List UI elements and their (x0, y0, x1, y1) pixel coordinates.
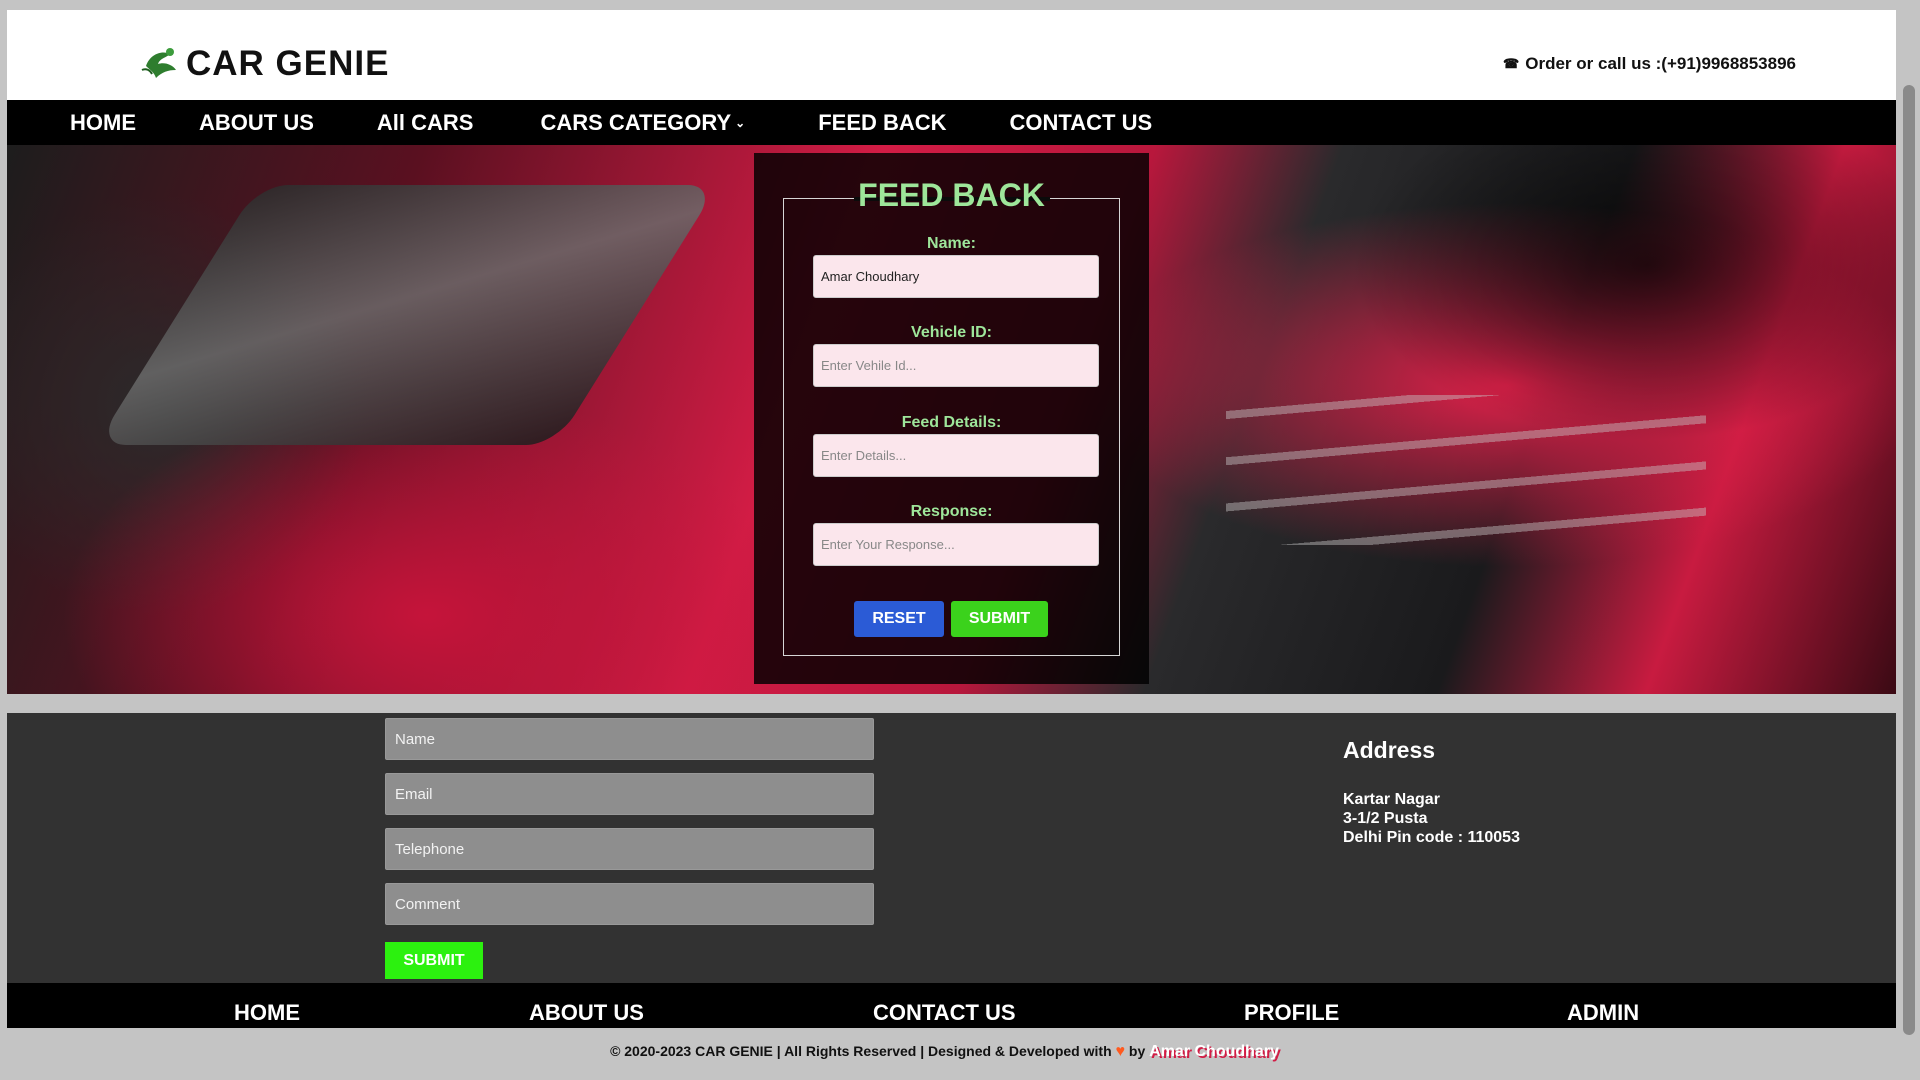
nav-contact-label: CONTACT US (1009, 109, 1153, 135)
address-title: Address (1343, 737, 1436, 763)
heart-icon: ♥ (1115, 1043, 1126, 1060)
copyright-text: © 2020-2023 CAR GENIE | All Rights Reser… (610, 1043, 1112, 1059)
bottom-nav-home[interactable]: HOME (234, 1000, 300, 1026)
vertical-scrollbar[interactable] (1897, 0, 1920, 1080)
car-window-graphic (95, 185, 719, 445)
address-line-3: Delhi Pin code : 110053 (1343, 829, 1520, 846)
footer-submit-button[interactable]: SUBMIT (385, 942, 483, 979)
nav-cars-category-label: CARS CATEGORY (540, 109, 732, 135)
response-label: Response: (910, 503, 993, 520)
feedback-title: FEED BACK (858, 177, 1045, 213)
nav-feed-back-label: FEED BACK (818, 109, 947, 135)
vehicle-id-label: Vehicle ID: (911, 324, 992, 341)
nav-about-label: ABOUT US (199, 109, 314, 135)
genie-logo-icon (140, 44, 184, 84)
contact-info: ☎ Order or call us :(+91)9968853896 (1503, 54, 1796, 74)
address-line-2: 3-1/2 Pusta (1343, 810, 1428, 827)
logo[interactable]: CAR GENIE (140, 44, 389, 84)
author-link[interactable]: Amar Choudhary (1149, 1043, 1279, 1060)
feedback-panel: FEED BACK Name: Vehicle ID: Feed Details… (754, 153, 1149, 684)
nav-cars-category[interactable]: CARS CATEGORY ⌄ (540, 110, 745, 136)
nav-contact-us[interactable]: CONTACT US (1010, 110, 1153, 136)
vehicle-id-field[interactable] (813, 344, 1099, 387)
nav-home-label: HOME (70, 109, 136, 135)
address-line-1: Kartar Nagar (1343, 791, 1440, 808)
section-divider (7, 694, 1896, 713)
reset-button[interactable]: RESET (854, 601, 944, 637)
site-header: CAR GENIE ☎ Order or call us :(+91)99688… (7, 10, 1896, 100)
feedback-submit-button[interactable]: SUBMIT (951, 601, 1048, 637)
name-field[interactable] (813, 255, 1099, 298)
car-vent-graphic (1226, 395, 1706, 545)
copyright-bar: © 2020-2023 CAR GENIE | All Rights Reser… (0, 1043, 1889, 1061)
bottom-nav-profile[interactable]: PROFILE (1244, 1000, 1339, 1026)
footer-telephone-field[interactable] (385, 828, 874, 870)
bottom-nav-contact-us[interactable]: CONTACT US (873, 1000, 1016, 1026)
copyright-by: by (1128, 1043, 1146, 1059)
chevron-down-icon: ⌄ (735, 115, 746, 130)
response-field[interactable] (813, 523, 1099, 566)
feed-details-field[interactable] (813, 434, 1099, 477)
feedback-form: FEED BACK Name: Vehicle ID: Feed Details… (783, 177, 1120, 656)
footer-email-field[interactable] (385, 773, 874, 815)
bottom-nav: HOME ABOUT US CONTACT US PROFILE ADMIN (7, 983, 1896, 1028)
hero-banner: FEED BACK Name: Vehicle ID: Feed Details… (7, 145, 1896, 694)
brand-name: CAR GENIE (186, 44, 390, 83)
nav-feed-back[interactable]: FEED BACK (818, 110, 946, 136)
page: CAR GENIE ☎ Order or call us :(+91)99688… (7, 10, 1896, 1028)
footer-comment-field[interactable] (385, 883, 874, 925)
scrollbar-thumb[interactable] (1903, 85, 1915, 1035)
nav-all-cars-label: All CARS (376, 109, 474, 135)
nav-all-cars[interactable]: All CARS (377, 110, 474, 136)
name-label: Name: (927, 235, 976, 252)
contact-text: Order or call us :(+91)9968853896 (1525, 54, 1796, 73)
feed-details-label: Feed Details: (901, 414, 1002, 431)
main-nav: HOME ABOUT US All CARS CARS CATEGORY ⌄ FE… (7, 100, 1896, 145)
bottom-nav-about-us[interactable]: ABOUT US (529, 1000, 644, 1026)
nav-home[interactable]: HOME (70, 110, 136, 136)
footer-section: SUBMIT Address Kartar Nagar 3-1/2 Pusta … (7, 713, 1896, 983)
bottom-nav-admin[interactable]: ADMIN (1567, 1000, 1639, 1026)
nav-about-us[interactable]: ABOUT US (199, 110, 314, 136)
telephone-icon: ☎ (1503, 56, 1520, 71)
footer-name-field[interactable] (385, 718, 874, 760)
